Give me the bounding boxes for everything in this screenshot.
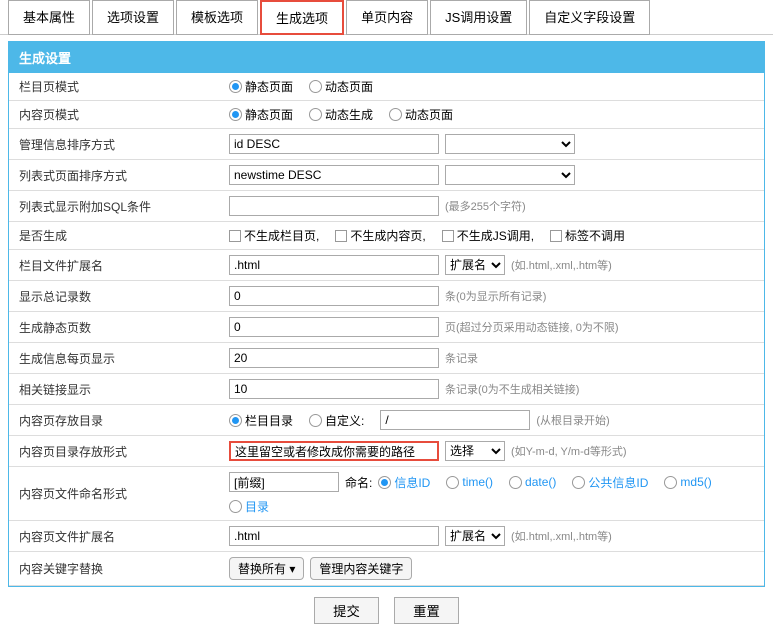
content-panel: 生成设置 栏目页模式 静态页面 动态页面 内容页模式 静态页面 动态生成 动态页… (8, 41, 765, 587)
label-col-ext: 栏目文件扩展名 (9, 257, 229, 274)
input-per-page[interactable] (229, 348, 439, 368)
label-rel-links: 相关链接显示 (9, 381, 229, 398)
check-no-tag[interactable]: 标签不调用 (550, 227, 625, 244)
label-content-dir: 内容页存放目录 (9, 412, 229, 429)
label-col-mode: 栏目页模式 (9, 78, 229, 95)
radio-dynpage-content[interactable]: 动态页面 (389, 106, 453, 123)
label-list-sort: 列表式页面排序方式 (9, 167, 229, 184)
label-keyword: 内容关键字替换 (9, 560, 229, 577)
radio-date[interactable]: date() (509, 475, 556, 489)
section-title: 生成设置 (9, 42, 764, 73)
reset-button[interactable]: 重置 (394, 597, 459, 624)
hint-list-sql: (最多255个字符) (445, 198, 526, 214)
check-no-content[interactable]: 不生成内容页, (335, 227, 425, 244)
tab-basic[interactable]: 基本属性 (8, 0, 90, 35)
radio-dir[interactable]: 目录 (229, 498, 269, 515)
input-prefix[interactable] (229, 472, 339, 492)
label-content-mode: 内容页模式 (9, 106, 229, 123)
name-label: 命名: (345, 474, 372, 491)
footer-buttons: 提交 重置 (0, 587, 773, 634)
label-gen-flag: 是否生成 (9, 227, 229, 244)
input-col-ext[interactable] (229, 255, 439, 275)
label-total-rec: 显示总记录数 (9, 288, 229, 305)
radio-time[interactable]: time() (446, 475, 493, 489)
hint-dir-format: (如Y-m-d, Y/m-d等形式) (511, 443, 627, 459)
input-list-sort[interactable] (229, 165, 439, 185)
tab-options[interactable]: 选项设置 (92, 0, 174, 35)
label-static-pages: 生成静态页数 (9, 319, 229, 336)
radio-infoid[interactable]: 信息ID (378, 474, 430, 491)
check-no-col[interactable]: 不生成栏目页, (229, 227, 319, 244)
radio-custom-dir[interactable]: 自定义: (309, 412, 364, 429)
tab-custom-fields[interactable]: 自定义字段设置 (529, 0, 650, 35)
input-rel-links[interactable] (229, 379, 439, 399)
input-custom-dir[interactable] (380, 410, 530, 430)
select-list-sort[interactable] (445, 165, 575, 185)
input-file-ext[interactable] (229, 526, 439, 546)
select-admin-sort[interactable] (445, 134, 575, 154)
btn-manage-keywords[interactable]: 管理内容关键字 (310, 557, 412, 580)
tab-generate[interactable]: 生成选项 (260, 0, 344, 35)
select-dir-format[interactable]: 选择 (445, 441, 505, 461)
hint-content-dir: (从根目录开始) (536, 412, 609, 428)
label-list-sql: 列表式显示附加SQL条件 (9, 198, 229, 215)
label-per-page: 生成信息每页显示 (9, 350, 229, 367)
select-file-ext[interactable]: 扩展名 (445, 526, 505, 546)
input-total-rec[interactable] (229, 286, 439, 306)
hint-per-page: 条记录 (445, 350, 478, 366)
hint-total-rec: 条(0为显示所有记录) (445, 288, 546, 304)
input-list-sql[interactable] (229, 196, 439, 216)
radio-static-content[interactable]: 静态页面 (229, 106, 293, 123)
input-static-pages[interactable] (229, 317, 439, 337)
radio-col-dir[interactable]: 栏目目录 (229, 412, 293, 429)
label-dir-format: 内容页目录存放形式 (9, 443, 229, 460)
label-filename: 内容页文件命名形式 (9, 485, 229, 502)
radio-pubid[interactable]: 公共信息ID (572, 474, 648, 491)
hint-static-pages: 页(超过分页采用动态链接, 0为不限) (445, 319, 619, 335)
hint-rel-links: 条记录(0为不生成相关链接) (445, 381, 579, 397)
radio-dynamic-col[interactable]: 动态页面 (309, 78, 373, 95)
submit-button[interactable]: 提交 (314, 597, 379, 624)
radio-static-col[interactable]: 静态页面 (229, 78, 293, 95)
hint-file-ext: (如.html,.xml,.htm等) (511, 528, 612, 544)
tab-js[interactable]: JS调用设置 (430, 0, 527, 35)
radio-dyngen-content[interactable]: 动态生成 (309, 106, 373, 123)
btn-replace-all[interactable]: 替换所有 ▾ (229, 557, 304, 580)
check-no-js[interactable]: 不生成JS调用, (442, 227, 534, 244)
input-dir-format[interactable] (229, 441, 439, 461)
hint-col-ext: (如.html,.xml,.htm等) (511, 257, 612, 273)
radio-md5[interactable]: md5() (664, 475, 711, 489)
input-admin-sort[interactable] (229, 134, 439, 154)
tab-single[interactable]: 单页内容 (346, 0, 428, 35)
tabs-bar: 基本属性 选项设置 模板选项 生成选项 单页内容 JS调用设置 自定义字段设置 (0, 0, 773, 35)
tab-template[interactable]: 模板选项 (176, 0, 258, 35)
label-file-ext: 内容页文件扩展名 (9, 528, 229, 545)
select-col-ext[interactable]: 扩展名 (445, 255, 505, 275)
label-admin-sort: 管理信息排序方式 (9, 136, 229, 153)
